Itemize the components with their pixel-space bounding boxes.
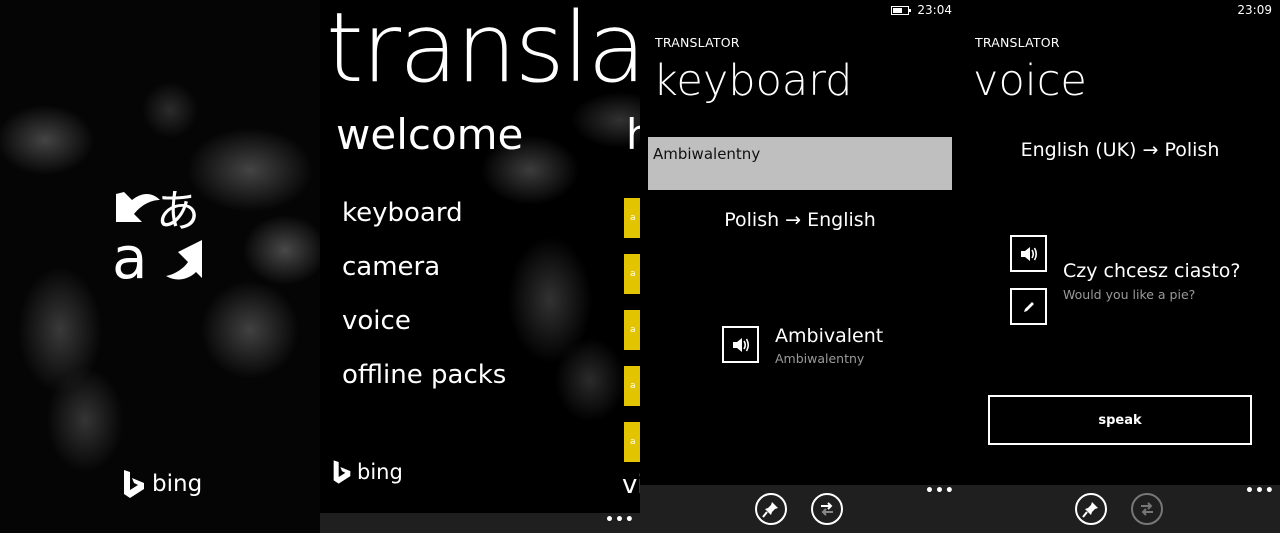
history-tile[interactable]: a	[624, 422, 640, 462]
menu-item-keyboard[interactable]: keyboard	[342, 193, 506, 247]
source-text: Ambiwalentny	[775, 351, 865, 366]
page-title: keyboard	[653, 56, 853, 106]
history-tiles: a a a a a	[624, 198, 640, 478]
translation-result: Ambivalent	[775, 325, 884, 347]
pin-button[interactable]	[1075, 493, 1107, 525]
speaker-icon	[732, 337, 749, 352]
more-options-button[interactable]: •••	[605, 512, 635, 528]
more-options-button[interactable]: •••	[925, 483, 955, 499]
pin-icon	[762, 502, 778, 518]
battery-icon	[891, 5, 912, 15]
pencil-icon	[1023, 301, 1034, 312]
app-bar: •••	[960, 483, 1280, 533]
translator-logo-icon: あ a	[112, 178, 208, 292]
app-label: TRANSLATOR	[655, 35, 740, 50]
app-bar: •••	[640, 483, 960, 533]
splash-screen: あ a bing	[0, 0, 320, 533]
bing-logo-icon	[124, 470, 144, 498]
history-tile[interactable]: a	[624, 310, 640, 350]
voice-page: 23:09 TRANSLATOR voice English (UK) → Po…	[960, 0, 1280, 533]
swap-arrows-icon	[1141, 502, 1153, 516]
app-label: TRANSLATOR	[975, 35, 1060, 50]
history-tile[interactable]: a	[624, 366, 640, 406]
clock: 23:09	[1237, 3, 1272, 17]
speak-button[interactable]: speak	[988, 395, 1252, 445]
play-audio-button[interactable]	[1010, 235, 1047, 272]
source-text: Would you like a pie?	[1063, 287, 1196, 302]
menu-item-camera[interactable]: camera	[342, 247, 506, 301]
history-tile[interactable]: a	[624, 198, 640, 238]
play-audio-button[interactable]	[722, 326, 759, 363]
language-pair-selector[interactable]: Polish → English	[640, 209, 960, 231]
hub-menu: keyboard camera voice offline packs	[342, 193, 506, 409]
status-bar: 23:09	[1237, 3, 1272, 17]
app-bar: •••	[320, 512, 640, 533]
section-header-welcome: welcome	[336, 110, 524, 159]
language-pair-selector[interactable]: English (UK) → Polish	[960, 139, 1280, 161]
menu-item-voice[interactable]: voice	[342, 301, 506, 355]
svg-text:あ: あ	[156, 186, 200, 237]
edit-button[interactable]	[1010, 288, 1047, 325]
pin-button[interactable]	[755, 493, 787, 525]
swap-languages-button[interactable]	[811, 493, 843, 525]
pin-icon	[1082, 502, 1098, 518]
bing-branding: bing	[122, 470, 202, 498]
page-title: voice	[973, 56, 1087, 106]
bing-wordmark: bing	[357, 460, 403, 484]
swap-languages-button[interactable]	[1131, 493, 1163, 525]
bing-wordmark: bing	[152, 471, 203, 497]
clock: 23:04	[917, 3, 952, 17]
swap-arrows-icon	[821, 502, 833, 516]
bing-branding: bing	[332, 460, 403, 484]
history-tile[interactable]: a	[624, 254, 640, 294]
panorama-title: translator	[326, 0, 640, 104]
more-options-button[interactable]: •••	[1245, 483, 1275, 499]
speaker-icon	[1020, 246, 1037, 261]
translation-result: Czy chcesz ciasto?	[1063, 260, 1241, 282]
menu-item-offline-packs[interactable]: offline packs	[342, 355, 506, 409]
text-input[interactable]: Ambiwalentny	[648, 137, 952, 190]
status-bar: 23:04	[891, 3, 952, 17]
hub-panorama: translator welcome h keyboard camera voi…	[320, 0, 640, 533]
peek-text: vi	[622, 470, 640, 500]
bing-logo-icon	[333, 460, 351, 484]
keyboard-page: 23:04 TRANSLATOR keyboard Ambiwalentny P…	[640, 0, 960, 533]
svg-text:a: a	[112, 224, 148, 280]
next-section-peek[interactable]: h	[626, 110, 640, 159]
